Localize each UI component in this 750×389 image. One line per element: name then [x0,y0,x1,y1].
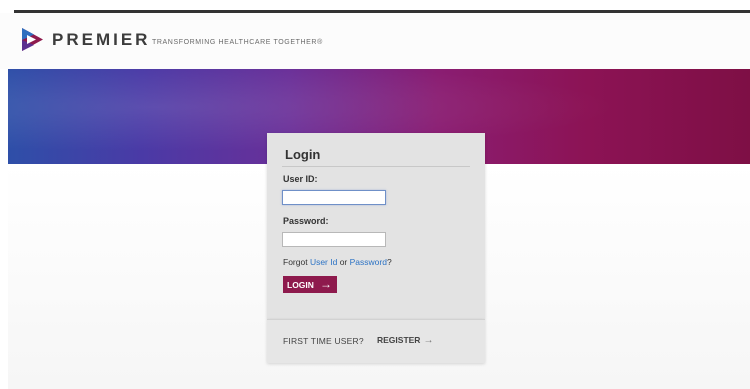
brand-name: PREMIER [52,30,151,49]
login-button-label: LOGIN [287,279,314,290]
login-panel: Login User ID: Password: Forgot User Id … [267,133,485,319]
register-link[interactable]: REGISTER → [377,335,433,346]
register-divider [267,319,485,320]
register-label: REGISTER [377,335,421,345]
forgot-user-id-link[interactable]: User Id [310,257,337,267]
arrow-right-icon: → [320,277,332,291]
password-input[interactable] [282,232,386,247]
arrow-right-icon: → [423,335,434,346]
user-id-input[interactable] [282,190,386,205]
title-divider [282,166,470,167]
user-id-label: User ID: [283,174,318,184]
forgot-password-link[interactable]: Password [350,257,387,267]
tagline: TRANSFORMING HEALTHCARE TOGETHER® [152,39,323,46]
first-time-user-text: FIRST TIME USER? [283,336,364,346]
password-label: Password: [283,216,329,226]
premier-logo-icon [22,28,43,51]
login-title: Login [285,147,321,162]
forgot-credentials-text: Forgot User Id or Password? [283,257,392,267]
register-panel: FIRST TIME USER? REGISTER → [267,319,485,363]
login-button[interactable]: LOGIN → [283,276,337,293]
